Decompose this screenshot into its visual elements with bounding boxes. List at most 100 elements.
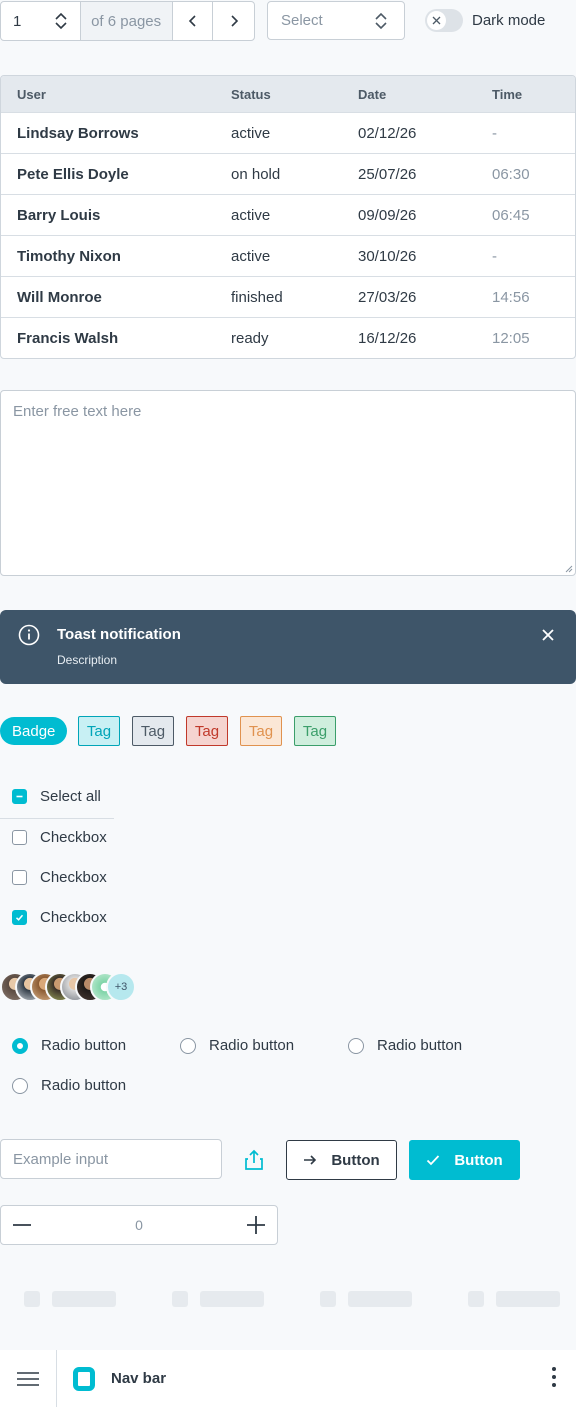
previous-page-button[interactable]: [173, 2, 214, 40]
cell-date: 25/07/26: [358, 165, 417, 183]
cell-status: active: [231, 247, 271, 265]
hamburger-icon: [17, 1371, 39, 1386]
page-number-value: 1: [13, 12, 22, 30]
tag-grey[interactable]: Tag: [132, 716, 174, 746]
toast-description: Description: [57, 653, 118, 667]
table-header: User Status Date Time: [1, 76, 575, 112]
radio-circle: [180, 1037, 196, 1054]
cell-time: 14:56: [492, 288, 530, 306]
checkbox-box: [12, 870, 27, 885]
skeleton-block: [172, 1291, 188, 1307]
checkbox-item[interactable]: Checkbox: [12, 909, 107, 926]
quantity-stepper: 0: [0, 1205, 278, 1245]
radio-selected-icon: [12, 1037, 28, 1054]
column-header-user[interactable]: User: [1, 87, 215, 102]
stepper-value[interactable]: 0: [135, 1217, 143, 1233]
toggle-knob: [427, 11, 446, 30]
tag-orange[interactable]: Tag: [240, 716, 282, 746]
table-row[interactable]: Will Monroe finished 27/03/26 14:56: [1, 276, 575, 317]
select-arrows-icon: [375, 12, 387, 29]
minus-icon[interactable]: [13, 1216, 31, 1234]
arrow-right-icon: [304, 1155, 317, 1165]
avatar-overflow-count[interactable]: +3: [106, 972, 136, 1002]
cell-user: Timothy Nixon: [17, 247, 121, 265]
next-page-button[interactable]: [213, 2, 254, 40]
close-icon[interactable]: [542, 629, 554, 641]
cell-user: Will Monroe: [17, 288, 102, 306]
skeleton-bar: [496, 1291, 560, 1307]
free-text-area[interactable]: Enter free text here: [0, 390, 576, 576]
share-icon[interactable]: [242, 1148, 266, 1172]
dark-mode-toggle[interactable]: [425, 9, 463, 32]
table-row[interactable]: Timothy Nixon active 30/10/26 -: [1, 235, 575, 276]
total-pages-label: of 6 pages: [80, 2, 173, 40]
data-table: User Status Date Time Lindsay Borrows ac…: [0, 75, 576, 359]
tag-green[interactable]: Tag: [294, 716, 336, 746]
select-dropdown[interactable]: Select: [267, 1, 405, 40]
stepper-arrows-icon[interactable]: [54, 11, 68, 31]
button-label: Button: [331, 1151, 380, 1169]
checkbox-item[interactable]: Checkbox: [12, 829, 107, 846]
nav-title: Nav bar: [111, 1370, 167, 1387]
resize-grip-icon[interactable]: [565, 565, 573, 573]
column-header-status[interactable]: Status: [215, 87, 342, 102]
radio-label: Radio button: [377, 1037, 463, 1054]
table-row[interactable]: Barry Louis active 09/09/26 06:45: [1, 194, 575, 235]
radio-option[interactable]: Radio button: [12, 1037, 126, 1054]
radio-label: Radio button: [209, 1037, 295, 1054]
primary-button[interactable]: Button: [409, 1140, 520, 1180]
radio-circle: [12, 1077, 28, 1094]
skeleton-block: [468, 1291, 484, 1307]
page-number-input[interactable]: 1: [1, 2, 81, 40]
checkbox-label: Checkbox: [40, 869, 107, 886]
skeleton-bar: [52, 1291, 116, 1307]
chevron-right-icon: [231, 15, 238, 27]
button-label: Button: [454, 1151, 503, 1169]
cell-user: Pete Ellis Doyle: [17, 165, 129, 183]
tag-red[interactable]: Tag: [186, 716, 228, 746]
toast-notification: Toast notification Description: [0, 610, 576, 684]
info-icon: [18, 624, 40, 646]
cell-status: active: [231, 124, 271, 142]
close-icon: [432, 16, 441, 25]
skeleton-bar: [348, 1291, 412, 1307]
checkmark-icon: [12, 910, 27, 925]
select-placeholder: Select: [281, 12, 323, 29]
column-header-date[interactable]: Date: [342, 87, 476, 102]
radio-option[interactable]: Radio button: [348, 1037, 462, 1054]
column-header-time[interactable]: Time: [476, 87, 522, 102]
radio-option[interactable]: Radio button: [12, 1077, 126, 1094]
cell-time: 06:30: [492, 165, 530, 183]
cell-status: finished: [231, 288, 283, 306]
cell-time: 12:05: [492, 329, 530, 347]
checkbox-item[interactable]: Checkbox: [12, 869, 107, 886]
plus-icon[interactable]: [246, 1216, 265, 1234]
radio-option[interactable]: Radio button: [180, 1037, 294, 1054]
table-row[interactable]: Pete Ellis Doyle on hold 25/07/26 06:30: [1, 153, 575, 194]
cell-status: ready: [231, 329, 269, 347]
select-all-checkbox[interactable]: Select all: [12, 788, 101, 805]
cell-time: -: [492, 247, 497, 265]
cell-time: 06:45: [492, 206, 530, 224]
skeleton-block: [320, 1291, 336, 1307]
secondary-button[interactable]: Button: [286, 1140, 397, 1180]
cell-user: Lindsay Borrows: [17, 124, 139, 142]
example-input[interactable]: Example input: [0, 1139, 222, 1179]
indeterminate-checkbox-icon: [12, 789, 27, 804]
cell-date: 16/12/26: [358, 329, 417, 347]
cell-date: 30/10/26: [358, 247, 417, 265]
cell-status: active: [231, 206, 271, 224]
dark-mode-toggle-wrap: Dark mode: [425, 9, 545, 32]
checkbox-label: Checkbox: [40, 829, 107, 846]
hamburger-menu-button[interactable]: [0, 1350, 57, 1407]
table-row[interactable]: Francis Walsh ready 16/12/26 12:05: [1, 317, 575, 358]
checkbox-label: Select all: [40, 788, 101, 805]
cell-user: Barry Louis: [17, 206, 101, 224]
table-row[interactable]: Lindsay Borrows active 02/12/26 -: [1, 112, 575, 153]
tag-teal[interactable]: Tag: [78, 716, 120, 746]
cell-date: 02/12/26: [358, 124, 417, 142]
checkmark-icon: [427, 1155, 440, 1166]
kebab-menu-icon[interactable]: [552, 1367, 556, 1387]
cell-time: -: [492, 124, 497, 142]
logo-icon[interactable]: [73, 1366, 95, 1391]
